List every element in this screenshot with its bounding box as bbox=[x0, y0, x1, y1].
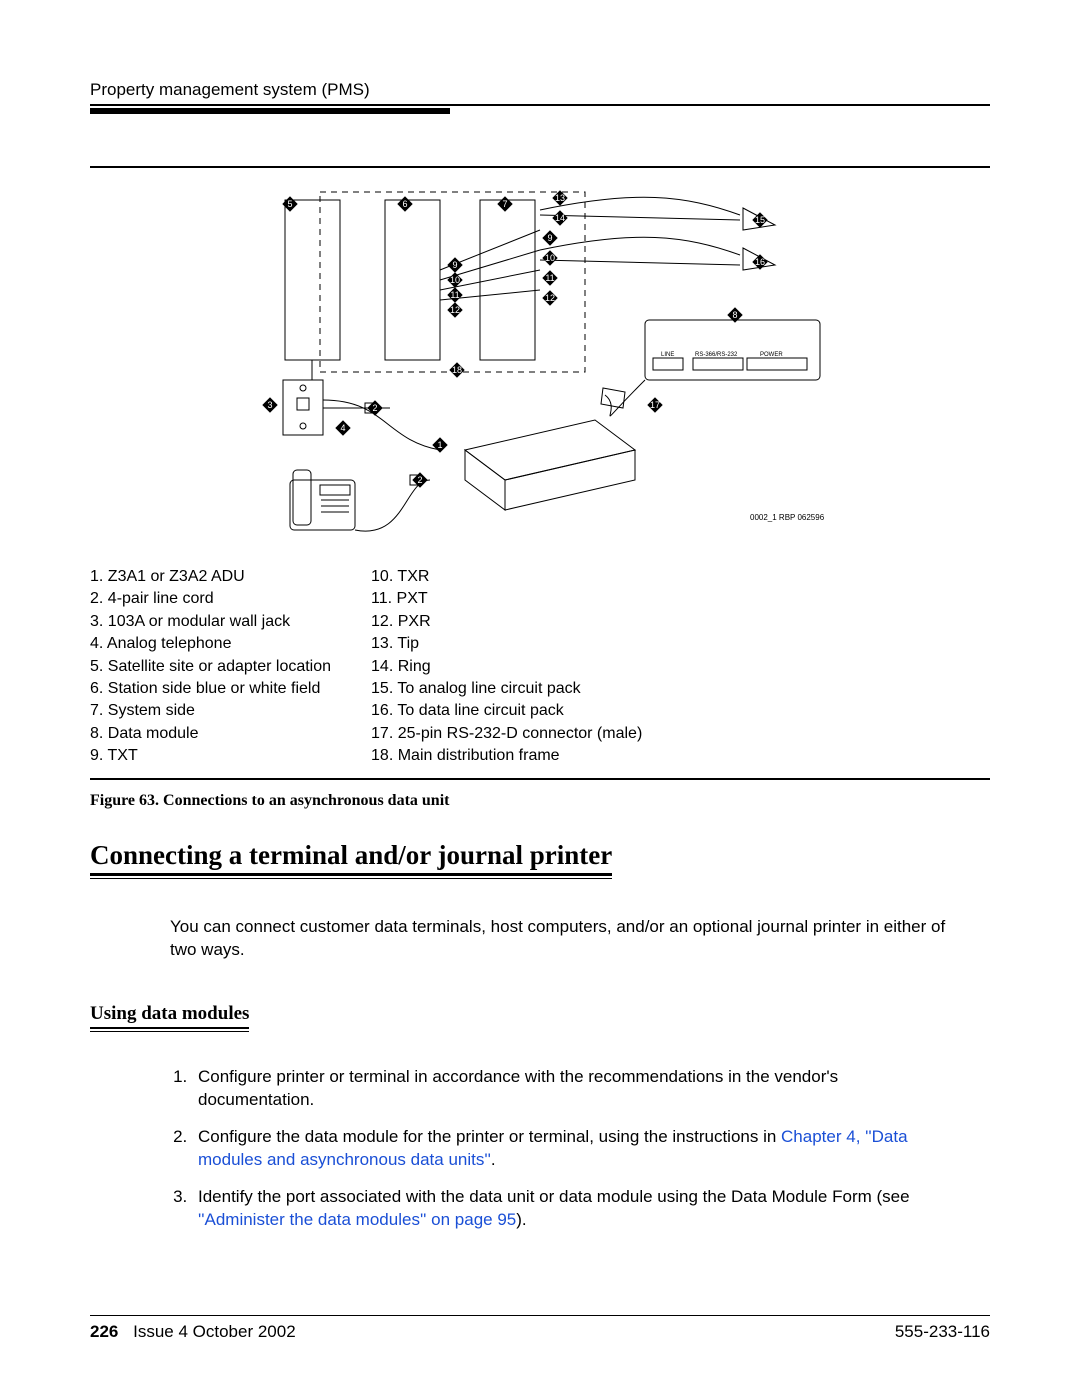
cross-reference-link[interactable]: ''Administer the data modules'' on page … bbox=[198, 1210, 516, 1229]
document-page: Property management system (PMS) bbox=[0, 0, 1080, 1397]
legend-item: 12. PXR bbox=[371, 611, 642, 633]
legend-item: 2. 4-pair line cord bbox=[90, 588, 331, 610]
legend-item: 16. To data line circuit pack bbox=[371, 700, 642, 722]
svg-text:4: 4 bbox=[340, 423, 345, 433]
svg-text:LINE: LINE bbox=[661, 352, 674, 358]
step-text: Configure the data module for the printe… bbox=[198, 1127, 781, 1146]
drawing-code: 0002_1 RBP 062596 bbox=[750, 513, 825, 522]
header-rule bbox=[90, 104, 990, 106]
running-header: Property management system (PMS) bbox=[90, 80, 990, 100]
svg-text:5: 5 bbox=[287, 199, 292, 209]
issue-date: Issue 4 October 2002 bbox=[133, 1322, 296, 1341]
page-number: 226 bbox=[90, 1322, 118, 1341]
section-heading-connecting: Connecting a terminal and/or journal pri… bbox=[90, 840, 612, 876]
legend-item: 14. Ring bbox=[371, 656, 642, 678]
svg-text:9: 9 bbox=[547, 233, 552, 243]
svg-text:18: 18 bbox=[452, 365, 462, 375]
svg-text:7: 7 bbox=[502, 199, 507, 209]
legend-item: 17. 25-pin RS-232-D connector (male) bbox=[371, 723, 642, 745]
figure-block: LINE RS-366/RS-232 POWER bbox=[90, 166, 990, 780]
legend-item: 15. To analog line circuit pack bbox=[371, 678, 642, 700]
svg-text:14: 14 bbox=[555, 213, 565, 223]
svg-text:1: 1 bbox=[437, 440, 442, 450]
svg-text:POWER: POWER bbox=[760, 352, 783, 358]
legend-col-right: 10. TXR 11. PXT 12. PXR 13. Tip 14. Ring… bbox=[371, 566, 642, 768]
list-item: Identify the port associated with the da… bbox=[192, 1186, 950, 1232]
svg-text:11: 11 bbox=[545, 273, 554, 283]
svg-text:16: 16 bbox=[755, 257, 765, 267]
procedure-list: Configure printer or terminal in accorda… bbox=[170, 1066, 950, 1232]
svg-text:3: 3 bbox=[267, 400, 272, 410]
legend-item: 7. System side bbox=[90, 700, 331, 722]
subheading-using-data-modules: Using data modules bbox=[90, 1003, 249, 1029]
legend-item: 13. Tip bbox=[371, 633, 642, 655]
figure-legend: 1. Z3A1 or Z3A2 ADU 2. 4-pair line cord … bbox=[90, 566, 990, 768]
step-text: . bbox=[491, 1150, 496, 1169]
legend-item: 9. TXT bbox=[90, 745, 331, 767]
legend-item: 8. Data module bbox=[90, 723, 331, 745]
legend-item: 4. Analog telephone bbox=[90, 633, 331, 655]
svg-text:6: 6 bbox=[402, 199, 407, 209]
svg-text:8: 8 bbox=[732, 310, 737, 320]
legend-item: 18. Main distribution frame bbox=[371, 745, 642, 767]
svg-text:17: 17 bbox=[650, 400, 660, 410]
svg-text:2: 2 bbox=[417, 475, 422, 485]
legend-item: 6. Station side blue or white field bbox=[90, 678, 331, 700]
footer-left: 226 Issue 4 October 2002 bbox=[90, 1322, 296, 1342]
svg-text:10: 10 bbox=[450, 275, 460, 285]
document-number: 555-233-116 bbox=[895, 1322, 990, 1342]
step-text: Identify the port associated with the da… bbox=[198, 1187, 910, 1206]
legend-item: 10. TXR bbox=[371, 566, 642, 588]
svg-text:9: 9 bbox=[452, 260, 457, 270]
step-text: Configure printer or terminal in accorda… bbox=[198, 1067, 838, 1109]
svg-text:12: 12 bbox=[450, 305, 460, 315]
svg-text:10: 10 bbox=[545, 253, 555, 263]
svg-text:2: 2 bbox=[372, 403, 377, 413]
list-item: Configure printer or terminal in accorda… bbox=[192, 1066, 950, 1112]
svg-text:12: 12 bbox=[545, 293, 555, 303]
svg-text:15: 15 bbox=[755, 215, 765, 225]
list-item: Configure the data module for the printe… bbox=[192, 1126, 950, 1172]
svg-text:13: 13 bbox=[555, 193, 565, 203]
legend-item: 3. 103A or modular wall jack bbox=[90, 611, 331, 633]
legend-item: 11. PXT bbox=[371, 588, 642, 610]
step-text: ). bbox=[516, 1210, 526, 1229]
legend-col-left: 1. Z3A1 or Z3A2 ADU 2. 4-pair line cord … bbox=[90, 566, 331, 768]
svg-text:RS-366/RS-232: RS-366/RS-232 bbox=[695, 352, 738, 358]
figure-caption: Figure 63. Connections to an asynchronou… bbox=[90, 792, 990, 810]
legend-item: 5. Satellite site or adapter location bbox=[90, 656, 331, 678]
technical-diagram: LINE RS-366/RS-232 POWER bbox=[215, 180, 865, 560]
intro-paragraph: You can connect customer data terminals,… bbox=[170, 916, 950, 962]
page-footer: 226 Issue 4 October 2002 555-233-116 bbox=[90, 1315, 990, 1342]
legend-item: 1. Z3A1 or Z3A2 ADU bbox=[90, 566, 331, 588]
svg-text:11: 11 bbox=[450, 290, 459, 300]
